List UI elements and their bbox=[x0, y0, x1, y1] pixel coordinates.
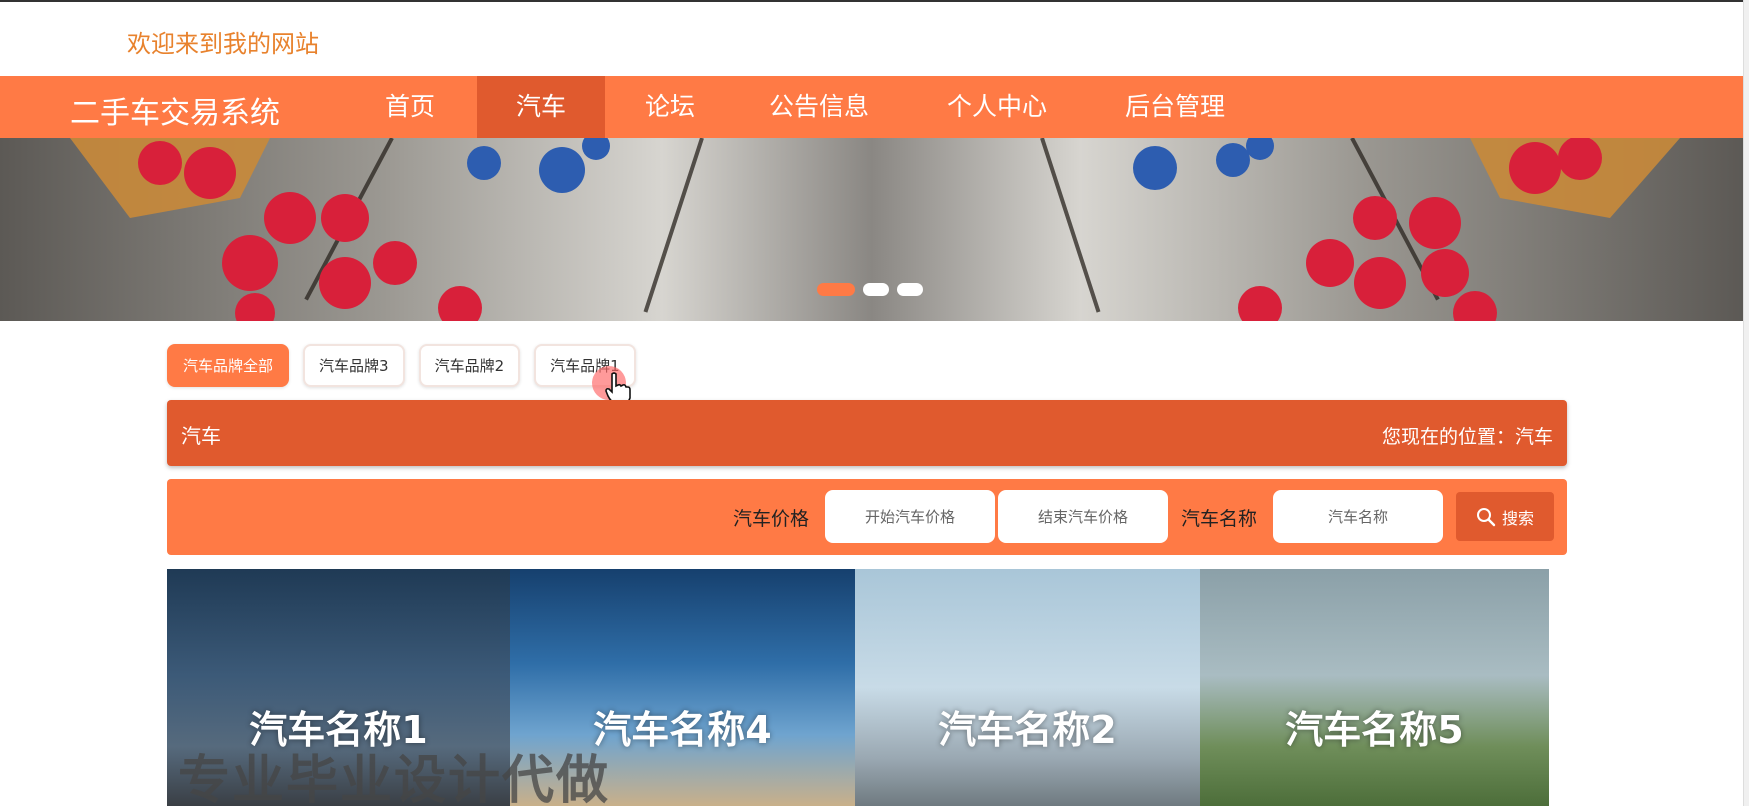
search-button-label: 搜索 bbox=[1501, 508, 1534, 528]
watermark-text: 专业毕业设计代做 bbox=[178, 751, 611, 806]
site-brand: 二手车交易系统 bbox=[70, 96, 280, 131]
search-button[interactable]: 搜索 bbox=[1456, 492, 1554, 541]
car-card-name: 汽车名称5 bbox=[1285, 708, 1464, 752]
nav-item-announcements[interactable]: 公告信息 bbox=[752, 76, 886, 138]
car-card[interactable]: 汽车名称5 bbox=[1200, 569, 1549, 806]
hero-banner[interactable] bbox=[0, 138, 1743, 321]
nav-item-admin[interactable]: 后台管理 bbox=[1108, 76, 1242, 138]
filter-brand-2[interactable]: 汽车品牌2 bbox=[418, 344, 521, 387]
price-end-input[interactable] bbox=[998, 490, 1168, 543]
car-card[interactable]: 汽车名称2 bbox=[855, 569, 1200, 806]
carousel-dot[interactable] bbox=[817, 283, 855, 296]
price-start-input[interactable] bbox=[825, 490, 995, 543]
filter-brand-3[interactable]: 汽车品牌3 bbox=[303, 344, 405, 387]
welcome-text: 欢迎来到我的网站 bbox=[127, 30, 319, 58]
car-name-input[interactable] bbox=[1273, 490, 1443, 543]
filter-brand-all[interactable]: 汽车品牌全部 bbox=[167, 344, 290, 387]
page: 欢迎来到我的网站 二手车交易系统 首页 汽车 论坛 公告信息 个人中心 后台管理 bbox=[0, 0, 1749, 806]
search-bar: 汽车价格 汽车名称 搜索 bbox=[167, 479, 1567, 555]
section-title: 汽车 bbox=[181, 424, 221, 448]
carousel-dot[interactable] bbox=[863, 283, 889, 296]
price-label: 汽车价格 bbox=[733, 508, 810, 530]
top-header: 欢迎来到我的网站 bbox=[0, 0, 1743, 76]
main-nav: 二手车交易系统 首页 汽车 论坛 公告信息 个人中心 后台管理 bbox=[0, 76, 1743, 138]
page-edge bbox=[1743, 0, 1749, 806]
carousel-indicators bbox=[817, 283, 923, 296]
section-title-bar: 汽车 您现在的位置：汽车 bbox=[167, 400, 1567, 466]
nav-item-cars[interactable]: 汽车 bbox=[477, 76, 605, 138]
brand-filter-list: 汽车品牌全部 汽车品牌3 汽车品牌2 汽车品牌1 bbox=[167, 344, 636, 387]
search-icon bbox=[1476, 507, 1496, 526]
breadcrumb: 您现在的位置：汽车 bbox=[1381, 426, 1553, 448]
carousel-dot[interactable] bbox=[897, 283, 923, 296]
nav-item-home[interactable]: 首页 bbox=[358, 76, 462, 138]
name-label: 汽车名称 bbox=[1181, 508, 1258, 530]
nav-item-profile[interactable]: 个人中心 bbox=[930, 76, 1064, 138]
car-card-name: 汽车名称2 bbox=[938, 708, 1117, 752]
nav-item-forum[interactable]: 论坛 bbox=[620, 76, 720, 138]
